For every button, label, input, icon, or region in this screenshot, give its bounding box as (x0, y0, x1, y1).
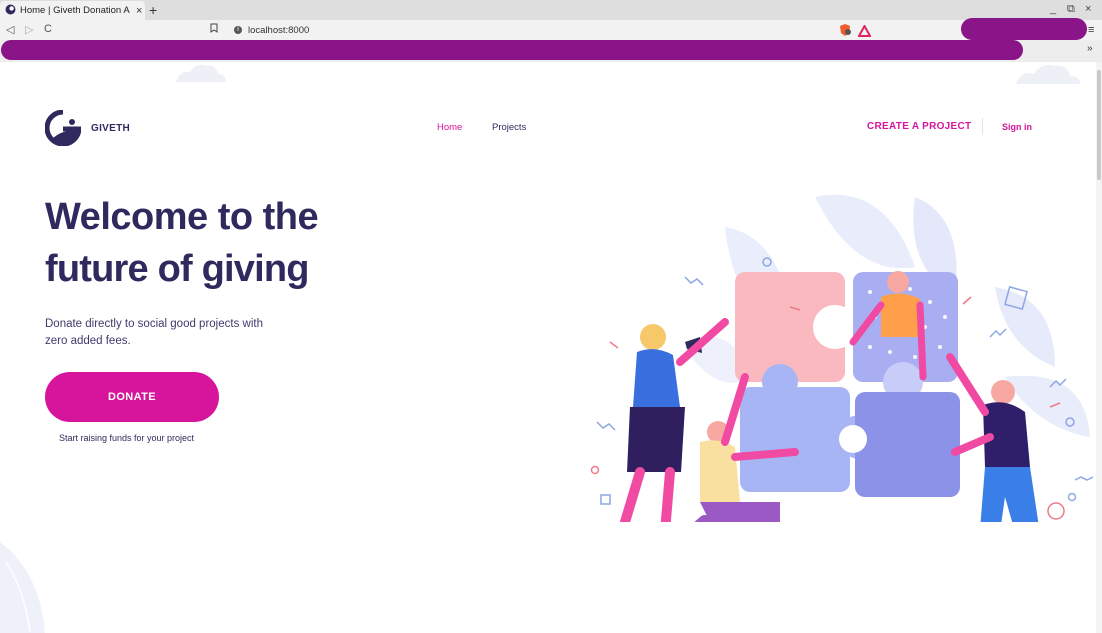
giveth-logo-icon (45, 110, 81, 146)
browser-toolbar: ◁ ▷ C i localhost:8000 (0, 20, 1102, 40)
person-pants (980, 467, 1039, 522)
url-text: localhost:8000 (248, 24, 310, 36)
puzzle-piece-blue (740, 387, 850, 492)
back-arrow-icon[interactable]: ◁ (6, 23, 14, 36)
leaf-shape (815, 194, 915, 269)
hero-illustration (590, 194, 1094, 522)
person-shirt (633, 349, 680, 407)
nav-projects-link[interactable]: Projects (492, 122, 526, 133)
person-head (991, 380, 1015, 404)
redacted-bookmarks (1, 40, 1023, 60)
header-divider (982, 118, 983, 135)
cloud-decoration (176, 64, 226, 82)
create-project-button[interactable]: CREATE A PROJECT (867, 121, 971, 132)
person-head (640, 324, 666, 350)
redacted-profile-area (961, 18, 1087, 40)
sign-in-button[interactable]: Sign in (1002, 122, 1032, 132)
hero-title-line2: future of giving (45, 248, 310, 290)
bookmarks-overflow-icon[interactable]: » (1087, 43, 1093, 54)
page-content: GIVETH Home Projects CREATE A PROJECT Si… (0, 62, 1096, 633)
reload-icon[interactable]: C (44, 23, 52, 35)
browser-tab[interactable]: Home | Giveth Donation A × (0, 1, 145, 20)
donate-button[interactable]: DONATE (45, 372, 219, 422)
giveth-logo[interactable]: GIVETH (45, 110, 130, 146)
person-pants (700, 502, 780, 522)
bookmark-icon[interactable] (210, 23, 218, 36)
person-shirt (700, 440, 740, 502)
browser-tab-strip: Home | Giveth Donation A × + _ ⧉ × (0, 0, 1102, 20)
hero-subtitle: Donate directly to social good projects … (45, 318, 263, 347)
puzzle-piece-purple (855, 392, 960, 497)
person-skirt (627, 407, 685, 472)
cloud-decoration (1016, 65, 1080, 84)
minimize-button[interactable]: _ (1050, 3, 1056, 15)
browser-menu-icon[interactable]: ≡ (1088, 24, 1094, 36)
scrollbar-thumb[interactable] (1097, 70, 1101, 180)
address-bar[interactable]: i localhost:8000 (228, 23, 874, 37)
start-raising-funds-link[interactable]: Start raising funds for your project (59, 433, 194, 443)
maximize-button[interactable]: ⧉ (1067, 3, 1075, 16)
brand-name: GIVETH (91, 122, 131, 134)
giveth-logo-icon (5, 2, 16, 20)
forward-arrow-icon[interactable]: ▷ (25, 23, 33, 36)
leaf-decoration (0, 542, 45, 633)
close-window-button[interactable]: × (1085, 3, 1091, 15)
hero-title-line1: Welcome to the (45, 196, 319, 238)
person-shirt (881, 293, 923, 337)
nav-home-link[interactable]: Home (437, 122, 462, 133)
person-head (887, 271, 909, 293)
tab-close-icon[interactable]: × (136, 5, 142, 17)
site-info-icon[interactable]: i (234, 26, 242, 34)
new-tab-button[interactable]: + (149, 2, 157, 18)
tab-title: Home | Giveth Donation A (20, 5, 130, 16)
